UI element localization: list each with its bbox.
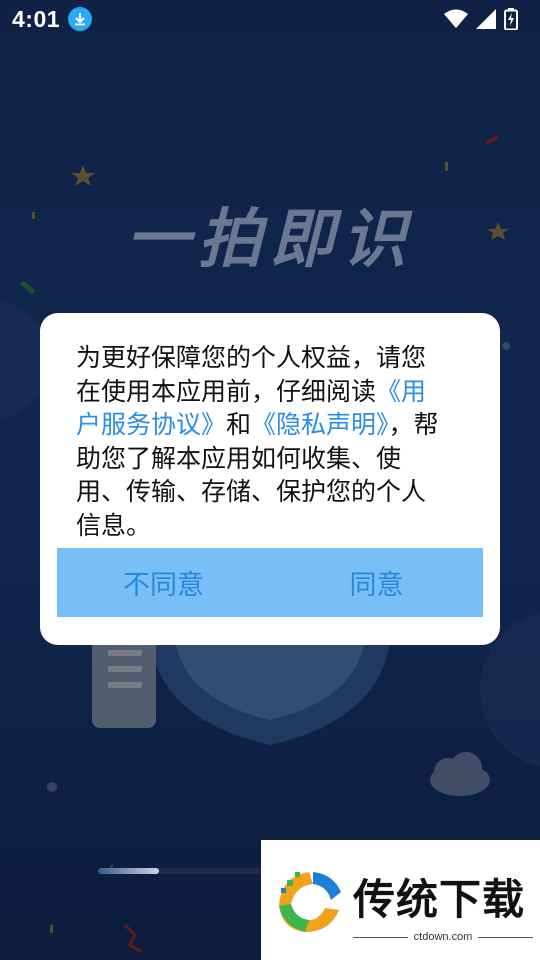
watermark-title: 传统下载 [353, 875, 526, 924]
wifi-icon [444, 9, 468, 28]
app-title: 一拍即识 [126, 203, 414, 277]
privacy-dialog: 为更好保障您的个人权益，请您在使用本应用前，仔细阅读《用户服务协议》和《隐私声明… [40, 313, 500, 645]
agree-button[interactable]: 同意 [270, 548, 483, 617]
message-intro: 为更好保障您的个人权益，请您在使用本应用前，仔细阅读 [76, 343, 427, 406]
ctdown-logo-icon [279, 872, 341, 932]
status-time: 4:01 [12, 5, 61, 32]
privacy-statement-link[interactable]: 《隐私声明》 [251, 410, 389, 439]
signal-icon [476, 9, 496, 29]
loading-progress [98, 868, 268, 874]
watermark: 传统下载 ctdown.com [261, 840, 540, 960]
battery-charging-icon [504, 8, 518, 30]
message-and: 和 [226, 410, 252, 439]
download-badge-icon [68, 7, 93, 31]
privacy-message: 为更好保障您的个人权益，请您在使用本应用前，仔细阅读《用户服务协议》和《隐私声明… [76, 341, 446, 542]
watermark-url: ctdown.com [413, 931, 473, 943]
dialog-button-row: 不同意 同意 [57, 548, 483, 617]
loading-progress-fill [98, 868, 160, 874]
status-bar: 4:01 [0, 0, 540, 38]
disagree-button[interactable]: 不同意 [57, 548, 270, 617]
